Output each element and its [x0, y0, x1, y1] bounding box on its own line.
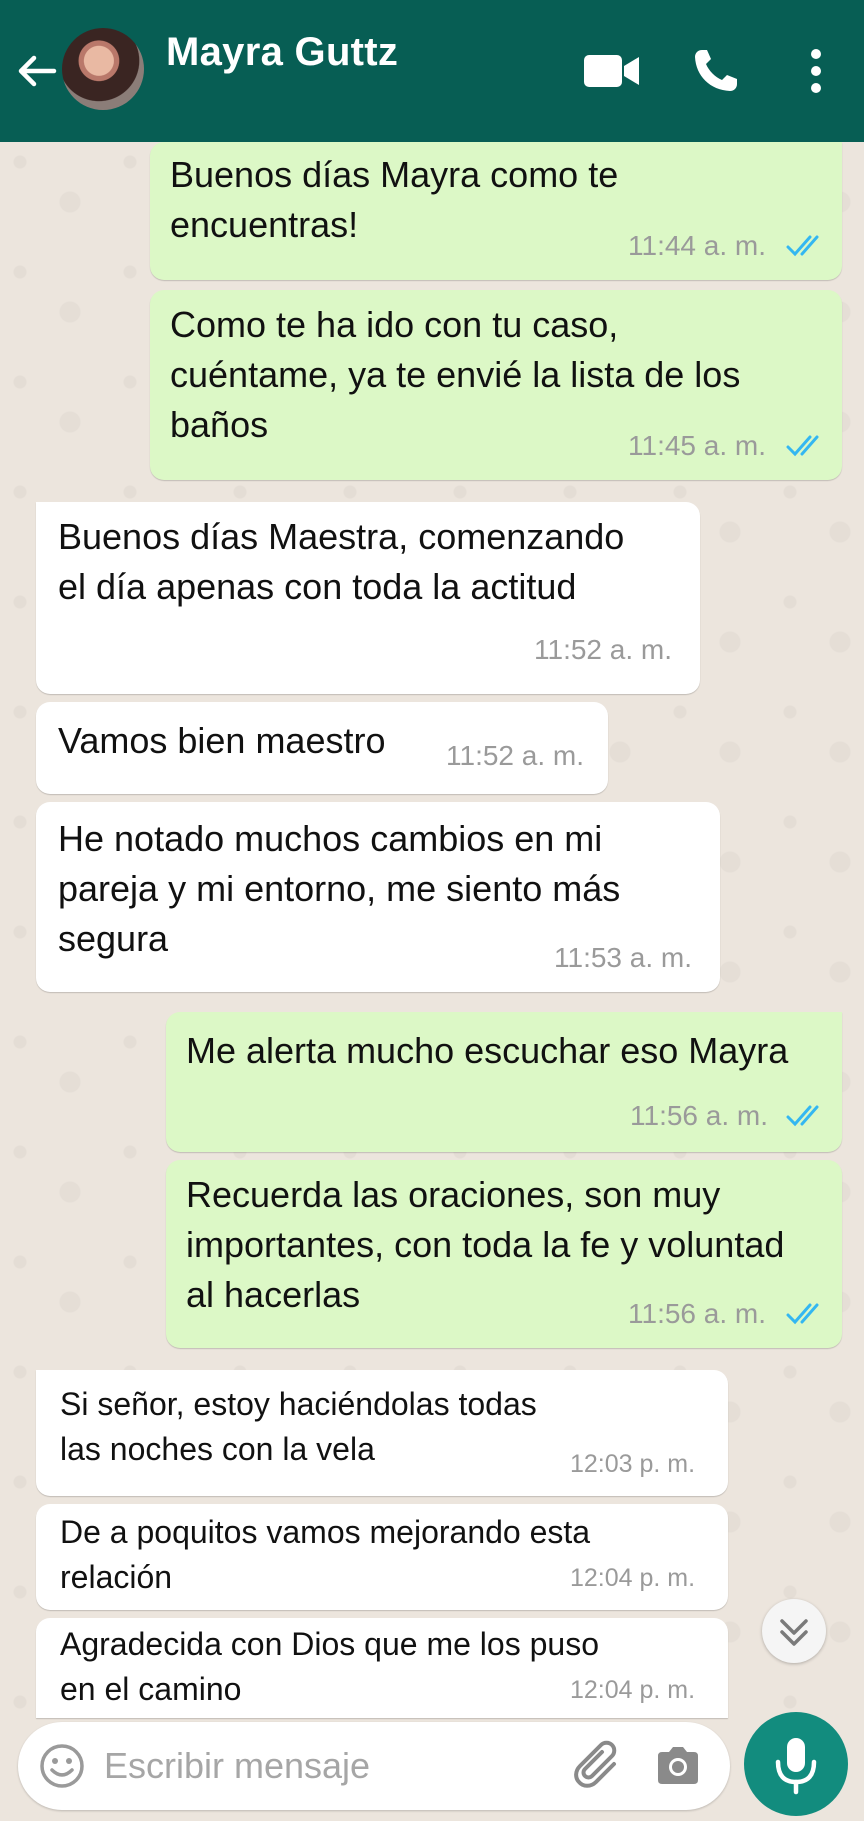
read-receipt-icon — [786, 1105, 819, 1127]
message-time: 11:56 a. m. — [628, 1298, 767, 1329]
video-call-button[interactable] — [582, 46, 642, 96]
message-incoming[interactable]: Buenos días Maestra, comenzando el día a… — [36, 502, 700, 694]
message-incoming[interactable]: Si señor, estoy haciéndolas todas las no… — [36, 1370, 728, 1496]
voice-message-button[interactable] — [744, 1712, 848, 1816]
scroll-to-bottom-button[interactable] — [762, 1599, 826, 1663]
message-time: 11:52 a. m. — [534, 634, 673, 665]
message-incoming[interactable]: He notado muchos cambios en mi pareja y … — [36, 802, 720, 992]
double-chevron-down-icon — [780, 1619, 808, 1646]
more-options-button[interactable] — [806, 46, 826, 96]
message-text: Agradecida con Dios que me los puso en e… — [60, 1626, 599, 1707]
voice-call-button[interactable] — [690, 46, 742, 96]
back-arrow-icon — [18, 55, 57, 87]
message-time: 12:04 p. m. — [570, 1676, 696, 1704]
more-vert-icon — [811, 49, 821, 93]
contact-name[interactable]: Mayra Guttz — [166, 30, 398, 75]
message-text: Si señor, estoy haciéndolas todas las no… — [60, 1386, 537, 1467]
message-text: He notado muchos cambios en mi pareja y … — [58, 818, 621, 959]
message-text: Vamos bien maestro — [58, 720, 386, 761]
message-text: Buenos días Mayra como te encuentras! — [170, 154, 619, 245]
message-time: 11:53 a. m. — [554, 942, 693, 973]
message-outgoing[interactable]: Como te ha ido con tu caso, cuéntame, ya… — [150, 290, 842, 480]
message-incoming[interactable]: De a poquitos vamos mejorando esta relac… — [36, 1504, 728, 1610]
message-composer — [18, 1722, 730, 1810]
message-text: Como te ha ido con tu caso, cuéntame, ya… — [170, 304, 741, 445]
message-incoming[interactable]: Agradecida con Dios que me los puso en e… — [36, 1618, 728, 1718]
message-incoming[interactable]: Vamos bien maestro 11:52 a. m. — [36, 702, 608, 794]
message-time: 11:56 a. m. — [630, 1100, 769, 1131]
video-camera-icon — [584, 55, 639, 87]
message-outgoing[interactable]: Recuerda las oraciones, son muy importan… — [166, 1160, 842, 1348]
microphone-icon — [775, 1738, 817, 1795]
contact-avatar[interactable] — [62, 28, 144, 110]
camera-button[interactable] — [654, 1742, 702, 1790]
read-receipt-icon — [786, 235, 819, 257]
back-button[interactable] — [14, 48, 60, 94]
message-text: Buenos días Maestra, comenzando el día a… — [58, 516, 625, 607]
camera-icon — [658, 1747, 698, 1784]
message-time: 11:52 a. m. — [446, 740, 585, 771]
phone-icon — [695, 50, 737, 91]
chat-header: Mayra Guttz — [0, 0, 864, 142]
message-list[interactable]: Buenos días Mayra como te encuentras! 11… — [0, 142, 864, 1718]
read-receipt-icon — [786, 1303, 819, 1325]
read-receipt-icon — [786, 435, 819, 457]
attach-button[interactable] — [574, 1740, 626, 1792]
paperclip-icon — [574, 1740, 617, 1788]
message-input[interactable] — [104, 1736, 564, 1796]
message-time: 12:04 p. m. — [570, 1564, 696, 1592]
message-time: 12:03 p. m. — [570, 1450, 696, 1478]
emoji-button[interactable] — [38, 1742, 86, 1790]
message-time: 11:45 a. m. — [628, 430, 767, 461]
message-text: De a poquitos vamos mejorando esta relac… — [60, 1514, 591, 1595]
message-time: 11:44 a. m. — [628, 230, 767, 261]
emoji-icon — [40, 1744, 84, 1788]
message-outgoing[interactable]: Buenos días Mayra como te encuentras! 11… — [150, 142, 842, 280]
message-text: Me alerta mucho escuchar eso Mayra — [186, 1030, 789, 1071]
message-outgoing[interactable]: Me alerta mucho escuchar eso Mayra 11:56… — [166, 1012, 842, 1152]
